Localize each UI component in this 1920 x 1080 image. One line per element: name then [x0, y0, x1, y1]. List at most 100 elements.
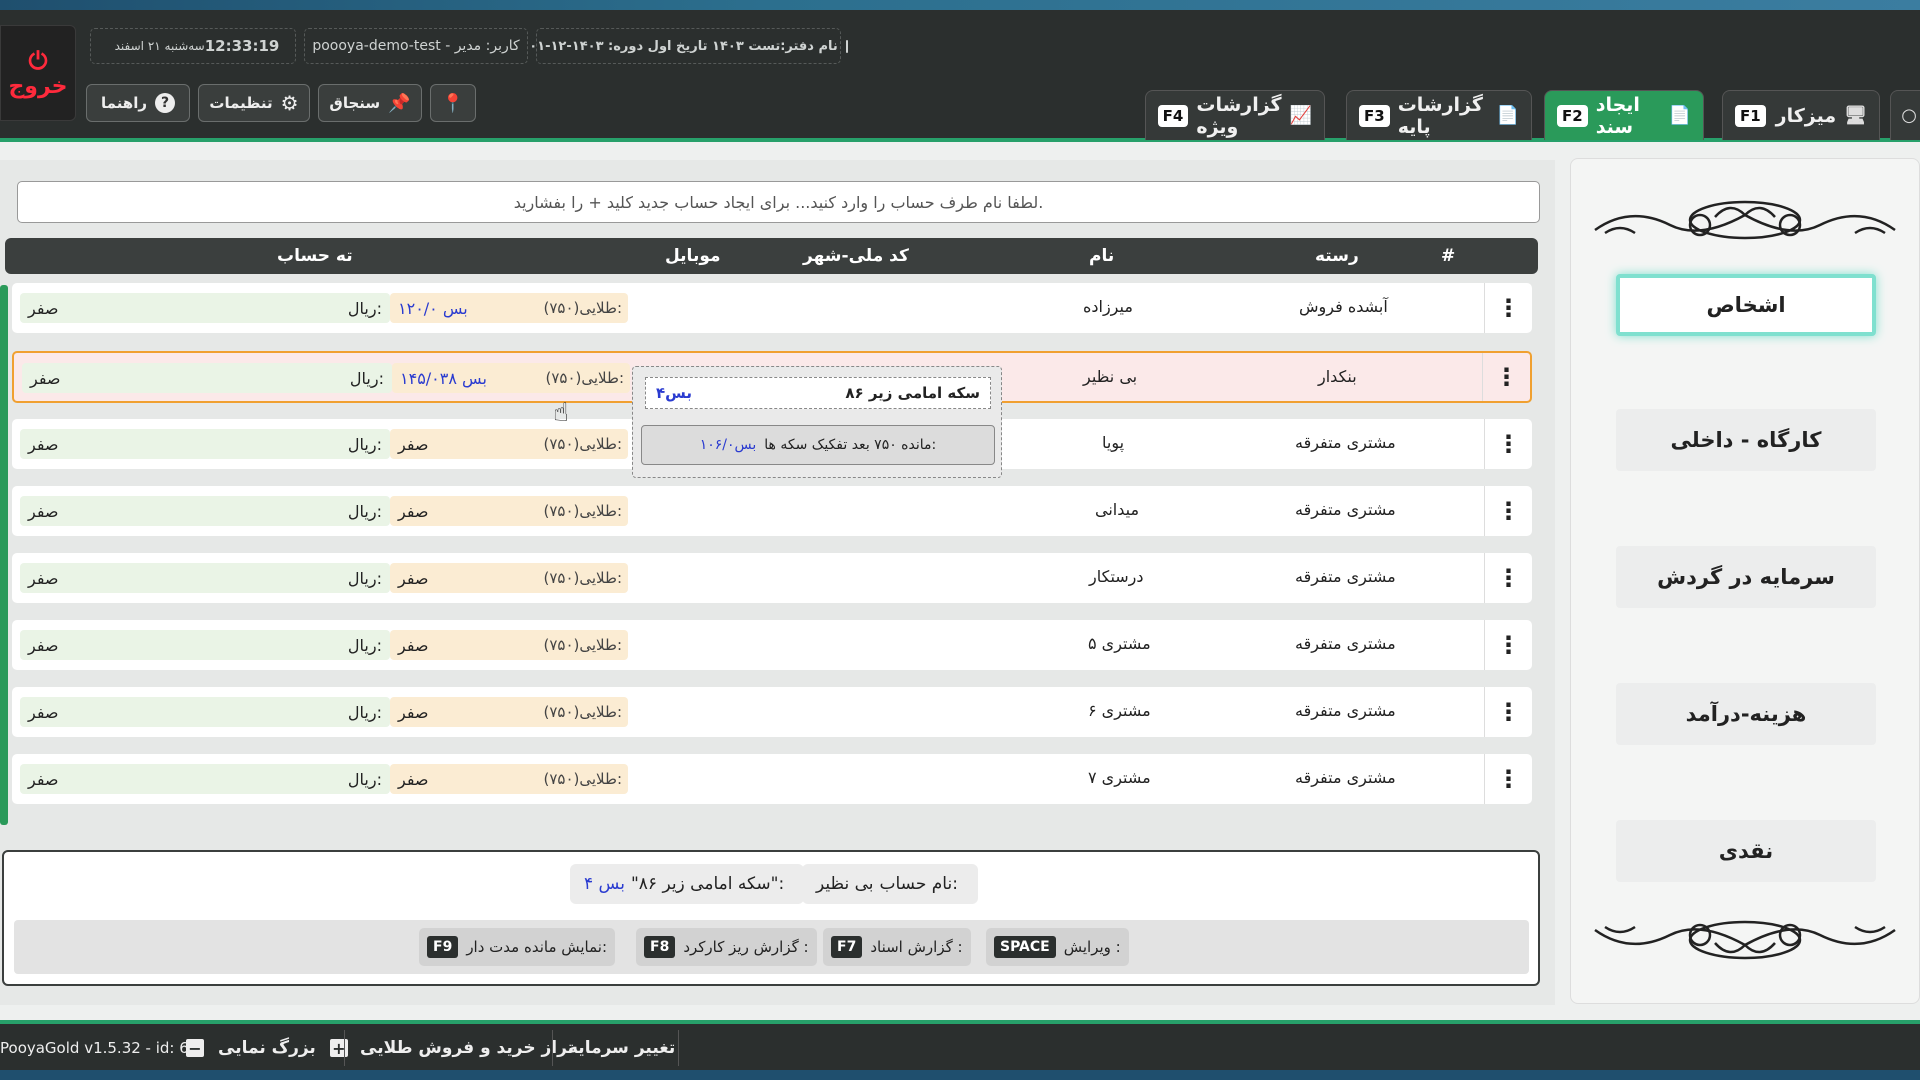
sidebar-item-persons[interactable]: اشخاص: [1616, 274, 1876, 336]
table-row[interactable]: مشتری متفرقه مشتری ۶ طلایی(۷۵۰): صفر صفر…: [12, 687, 1532, 737]
rial-value: صفر: [28, 769, 59, 789]
gold-label: طلایی(۷۵۰):: [543, 703, 622, 721]
detail-report-button[interactable]: F8 گزارش ریز کارکرد :: [636, 928, 817, 966]
gold-trade-balance-button[interactable]: تراز خرید و فروش طلایی: [360, 1030, 574, 1066]
key-cap: SPACE: [994, 936, 1056, 958]
gold-label: طلایی(۷۵۰):: [545, 369, 624, 387]
sidebar-item-workshop[interactable]: کارگاه - داخلی: [1616, 409, 1876, 471]
pin-button[interactable]: سنجاق 📌: [318, 84, 422, 122]
zoom-out-button[interactable]: −: [186, 1039, 204, 1058]
exit-label: خروج: [8, 73, 68, 99]
capital-change-button[interactable]: تغییر سرمایه: [568, 1030, 675, 1066]
tooltip-remaining-value: ۱۰۶/۰بس: [699, 437, 757, 453]
account-search-input[interactable]: لطفا نام طرف حساب را وارد کنید... برای ا…: [17, 181, 1540, 223]
zoom-in-button[interactable]: +: [329, 1039, 348, 1058]
bottom-stripe: [0, 1070, 1920, 1080]
row-menu-icon[interactable]: ⋮: [1484, 754, 1532, 804]
tab-key: F4: [1157, 104, 1189, 127]
row-menu-icon[interactable]: ⋮: [1484, 553, 1532, 603]
rial-label: ریال:: [347, 769, 382, 789]
shortcut-label: نمایش مانده مدت دار:: [466, 938, 608, 956]
row-gold-value: صفر: [398, 702, 429, 722]
table-row[interactable]: مشتری متفرقه درستکار طلایی(۷۵۰): صفر صفر…: [12, 553, 1532, 603]
row-menu-icon[interactable]: ⋮: [1484, 687, 1532, 737]
tab-desk[interactable]: F1 میزکار 🖥: [1722, 90, 1880, 140]
row-rial-balance: صفر ریال:: [20, 563, 390, 593]
row-menu-icon[interactable]: ⋮: [1484, 486, 1532, 536]
rial-label: ریال:: [349, 368, 384, 388]
row-gold-value: صفر: [398, 635, 429, 655]
checkbox-icon[interactable]: [845, 39, 848, 53]
user-text: poooya-demo-test - کاربر: مدیر: [312, 38, 520, 54]
search-placeholder: لطفا نام طرف حساب را وارد کنید... برای ا…: [513, 192, 1044, 212]
documents-report-button[interactable]: F7 گزارش اسناد :: [823, 928, 971, 966]
row-name: میدانی: [1095, 500, 1140, 519]
tooltip-coin-value: ۴بس: [656, 384, 692, 402]
tab-extra[interactable]: ○: [1890, 90, 1920, 140]
row-menu-icon[interactable]: ⋮: [1484, 620, 1532, 670]
coin-tooltip: ۴بس سکه امامی زیر ۸۶ ۱۰۶/۰بس مانده ۷۵۰ ب…: [632, 366, 1002, 478]
rial-label: ریال:: [347, 568, 382, 588]
scroll-indicator[interactable]: [0, 285, 8, 825]
row-menu-icon[interactable]: ⋮: [1484, 419, 1532, 469]
zoom-label: بزرگ نمایی: [218, 1038, 316, 1058]
rial-value: صفر: [28, 568, 59, 588]
account-label: نام حساب:: [879, 874, 958, 894]
account-summary-panel: بی نظیر نام حساب: ۴ بس "سکه امامی زیر ۸۶…: [2, 850, 1540, 986]
row-category: مشتری متفرقه: [1295, 567, 1396, 586]
table-row[interactable]: مشتری متفرقه مشتری ۷ طلایی(۷۵۰): صفر صفر…: [12, 754, 1532, 804]
hand-cursor-icon: ☝: [553, 398, 569, 428]
rial-value: صفر: [28, 298, 59, 318]
table-row[interactable]: مشتری متفرقه میدانی طلایی(۷۵۰): صفر صفر ر…: [12, 486, 1532, 536]
settings-button[interactable]: تنظیمات ⚙: [198, 84, 310, 122]
row-menu-icon[interactable]: ⋮: [1482, 353, 1530, 401]
row-category: بنکدار: [1318, 367, 1357, 386]
edit-shortcut-button[interactable]: SPACE ویرایش :: [986, 928, 1129, 966]
shortcut-label: ویرایش :: [1063, 938, 1121, 956]
tab-base-reports[interactable]: F3 گزارشات پایه 📄: [1346, 90, 1532, 140]
row-rial-balance: صفر ریال:: [20, 496, 390, 526]
tooltip-coin-label: سکه امامی زیر ۸۶: [845, 384, 980, 402]
report-icon: 📄: [1496, 105, 1519, 126]
sidebar-item-expense-income[interactable]: هزینه-درآمد: [1616, 683, 1876, 745]
row-menu-icon[interactable]: ⋮: [1484, 283, 1532, 333]
power-icon: ⏻: [28, 46, 48, 75]
pin-icon: 📌: [388, 92, 411, 114]
circle-icon: ○: [1901, 105, 1917, 126]
rial-label: ریال:: [347, 501, 382, 521]
key-cap: F8: [644, 936, 676, 958]
row-name: میرزاده: [1083, 297, 1133, 316]
version-text: PooyaGold v1.5.32 - id: 6: [0, 1039, 189, 1057]
timed-balance-button[interactable]: F9 نمایش مانده مدت دار:: [419, 928, 616, 966]
settings-label: تنظیمات: [209, 94, 273, 112]
shortcut-label: گزارش ریز کارکرد :: [683, 938, 809, 956]
pin-toggle-button[interactable]: 📍: [430, 84, 476, 122]
row-name: مشتری ۶: [1088, 701, 1151, 720]
table-row[interactable]: مشتری متفرقه مشتری ۵ طلایی(۷۵۰): صفر صفر…: [12, 620, 1532, 670]
row-gold-value: ۱۴۵/۰۳۸ بس: [400, 368, 487, 388]
col-category: رسته: [1315, 246, 1359, 266]
tab-label: گزارشات ویژه: [1196, 93, 1282, 138]
shortcut-bar: SPACE ویرایش : F7 گزارش اسناد : F8 گزارش…: [14, 920, 1529, 974]
row-category: مشتری متفرقه: [1295, 701, 1396, 720]
tab-create-document[interactable]: F2 ایجاد سند 📄: [1544, 90, 1704, 140]
tab-special-reports[interactable]: F4 گزارشات ویژه 📈: [1145, 90, 1325, 140]
row-rial-balance: صفر ریال:: [20, 630, 390, 660]
help-button[interactable]: راهنما ?: [86, 84, 190, 122]
table-row[interactable]: آبشده فروش میرزاده طلایی(۷۵۰): ۱۲۰/۰ بس …: [12, 283, 1532, 333]
gold-label: طلایی(۷۵۰):: [543, 435, 622, 453]
sidebar-item-cash[interactable]: نقدی: [1616, 820, 1876, 882]
tab-key: F1: [1735, 104, 1766, 127]
rial-label: ریال:: [347, 298, 382, 318]
rial-label: ریال:: [347, 434, 382, 454]
account-name-tag: بی نظیر نام حساب:: [802, 864, 978, 904]
tooltip-remaining-label: مانده ۷۵۰ بعد تفکیک سکه ها:: [764, 437, 937, 453]
tab-label: ایجاد سند: [1595, 93, 1640, 138]
pin-label: سنجاق: [329, 94, 381, 112]
row-category: آبشده فروش: [1299, 297, 1388, 316]
help-icon: ?: [155, 93, 175, 113]
row-rial-balance: صفر ریال:: [20, 697, 390, 727]
sidebar-item-working-capital[interactable]: سرمایه در گردش: [1616, 546, 1876, 608]
book-text: نام دفتر:تست ۱۴۰۳ تاریخ اول دوره: ۱۴۰۳-۱…: [529, 38, 838, 54]
exit-button[interactable]: ⏻ خروج: [0, 25, 76, 121]
